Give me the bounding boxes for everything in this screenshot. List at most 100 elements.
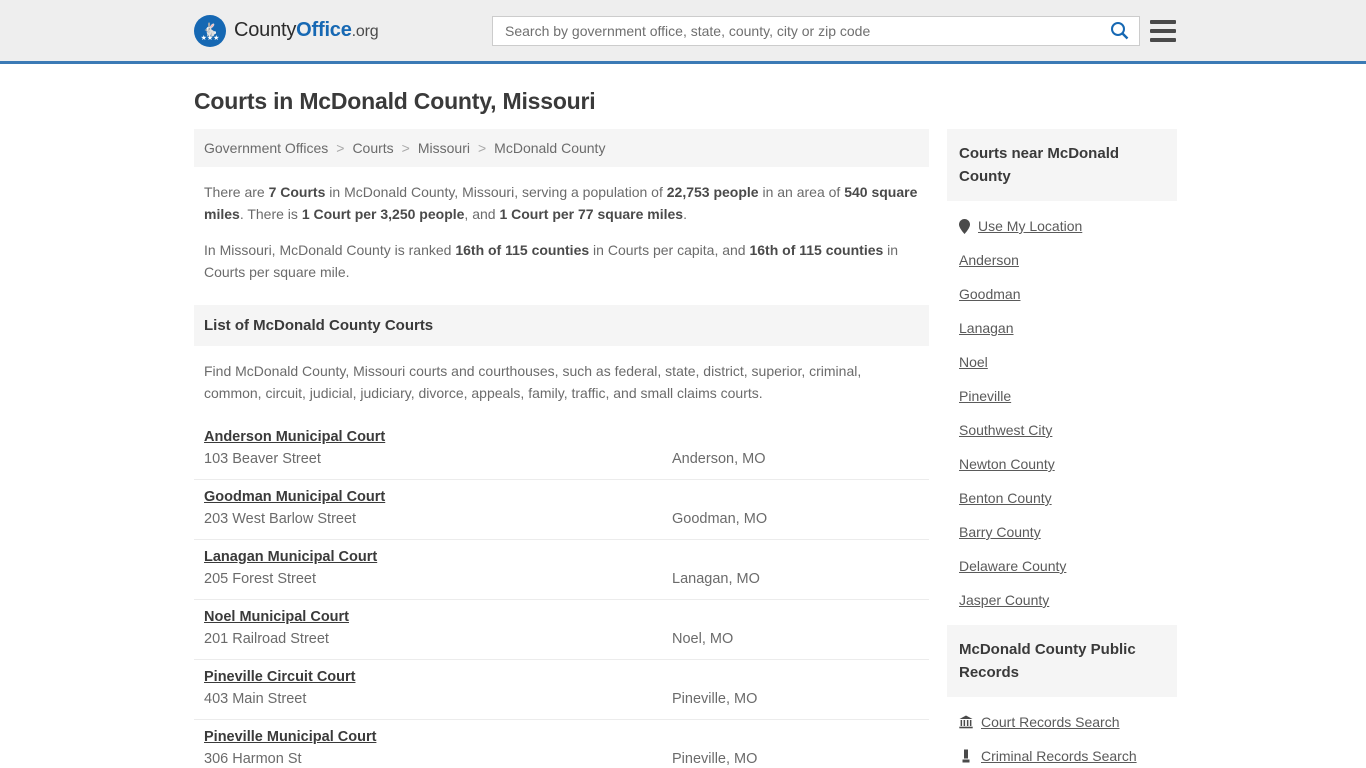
court-address: 103 Beaver Street: [204, 451, 321, 467]
nearby-link-delaware-county[interactable]: Delaware County: [959, 549, 1165, 583]
court-list-heading: List of McDonald County Courts: [204, 317, 434, 334]
records-link-label: Court Records Search: [981, 714, 1120, 730]
court-details: 201 Railroad Street Noel, MO: [204, 631, 919, 647]
stat-value: 1 Court per 77 square miles: [499, 206, 684, 222]
hamburger-bar: [1150, 28, 1176, 33]
hamburger-bar: [1150, 37, 1176, 42]
court-address: 203 West Barlow Street: [204, 511, 357, 527]
nearby-link-lanagan[interactable]: Lanagan: [959, 311, 1165, 345]
court-city-state: Noel, MO: [672, 631, 734, 647]
court-address: 201 Railroad Street: [204, 631, 329, 647]
stat-value: 16th of 115 counties: [749, 242, 884, 258]
court-city-state: Pineville, MO: [672, 751, 758, 767]
hamburger-bar: [1150, 19, 1176, 24]
nearby-link-anderson[interactable]: Anderson: [959, 243, 1165, 277]
court-list: Anderson Municipal Court 103 Beaver Stree…: [194, 420, 929, 768]
courthouse-icon: [959, 715, 973, 729]
nearby-link-label: Noel: [959, 354, 988, 370]
nearby-link-label: Benton County: [959, 490, 1052, 506]
nearby-link-goodman[interactable]: Goodman: [959, 277, 1165, 311]
page-container: Courts in McDonald County, Missouri Gove…: [0, 88, 1366, 768]
court-name-link[interactable]: Pineville Municipal Court: [204, 729, 376, 745]
stat-text: , and: [464, 206, 500, 222]
nearby-link-use-my-location[interactable]: Use My Location: [959, 209, 1165, 243]
breadcrumb-item-missouri[interactable]: Missouri: [418, 140, 470, 156]
gavel-icon: [959, 749, 973, 763]
court-name-link[interactable]: Anderson Municipal Court: [204, 429, 385, 445]
breadcrumb-separator: >: [401, 140, 410, 156]
stat-value: 16th of 115 counties: [455, 242, 590, 258]
site-header: 🐇 ★★★ CountyOffice.org: [0, 0, 1366, 64]
nearby-link-newton-county[interactable]: Newton County: [959, 447, 1165, 481]
stats-paragraph-2: In Missouri, McDonald County is ranked 1…: [204, 239, 919, 283]
stat-text: . There is: [239, 206, 302, 222]
nearby-link-label: Delaware County: [959, 558, 1067, 574]
nearby-link-label: Anderson: [959, 252, 1019, 268]
records-link-label: Criminal Records Search: [981, 748, 1137, 764]
brand-part-office: Office: [296, 19, 352, 41]
nearby-courts-heading: Courts near McDonald County: [959, 145, 1120, 185]
brand-wordmark: CountyOffice.org: [234, 19, 379, 42]
court-row: Noel Municipal Court 201 Railroad Street N…: [194, 600, 929, 660]
gavel-icon: [962, 749, 970, 763]
map-pin-icon: [959, 218, 970, 234]
court-details: 306 Harmon St Pineville, MO: [204, 751, 919, 767]
court-address: 306 Harmon St: [204, 751, 302, 767]
main-column: Government Offices > Courts > Missouri > McDon…: [194, 129, 929, 768]
court-row: Pineville Circuit Court 403 Main Street Pi…: [194, 660, 929, 720]
breadcrumb-separator: >: [477, 140, 487, 156]
nearby-link-label: Southwest City: [959, 422, 1053, 438]
county-statistics: There are 7 Courts in McDonald County, M…: [194, 167, 929, 289]
court-city-state: Anderson, MO: [672, 451, 766, 467]
court-name-link[interactable]: Noel Municipal Court: [204, 609, 349, 625]
court-address: 403 Main Street: [204, 691, 307, 707]
nearby-link-barry-county[interactable]: Barry County: [959, 515, 1165, 549]
nearby-courts-list: Use My Location Anderson Goodman Lanagan Noe…: [947, 201, 1177, 621]
records-link-criminal-records-search[interactable]: Criminal Records Search: [959, 739, 1165, 768]
page-title: Courts in McDonald County, Missouri: [194, 88, 596, 114]
breadcrumb-item-government-offices[interactable]: Government Offices: [204, 140, 328, 156]
court-name-link[interactable]: Lanagan Municipal Court: [204, 549, 377, 565]
nearby-link-label: Barry County: [959, 524, 1041, 540]
stat-value: 1 Court per 3,250 people: [301, 206, 465, 222]
hamburger-menu-icon[interactable]: [1150, 19, 1176, 42]
breadcrumb-item-courts[interactable]: Courts: [352, 140, 393, 156]
stat-text: In Missouri, McDonald County is ranked: [204, 242, 456, 258]
nearby-link-southwest-city[interactable]: Southwest City: [959, 413, 1165, 447]
breadcrumb-separator: >: [336, 140, 345, 156]
court-details: 205 Forest Street Lanagan, MO: [204, 571, 919, 587]
nearby-link-benton-county[interactable]: Benton County: [959, 481, 1165, 515]
stat-text: There are: [204, 184, 269, 200]
nearby-link-jasper-county[interactable]: Jasper County: [959, 583, 1165, 617]
nearby-link-noel[interactable]: Noel: [959, 345, 1165, 379]
court-list-section-header: List of McDonald County Courts: [194, 305, 929, 346]
records-link-court-records-search[interactable]: Court Records Search: [959, 705, 1165, 739]
nearby-link-label: Use My Location: [978, 218, 1083, 234]
court-row: Goodman Municipal Court 203 West Barlow S…: [194, 480, 929, 540]
nearby-courts-header: Courts near McDonald County: [947, 129, 1177, 201]
brand-part-county: County: [234, 19, 297, 41]
public-records-list: Court Records Search Criminal Records Sea…: [947, 697, 1177, 768]
stat-text: in an area of: [758, 184, 845, 200]
court-row: Anderson Municipal Court 103 Beaver Stree…: [194, 420, 929, 480]
site-logo[interactable]: 🐇 ★★★ CountyOffice.org: [194, 14, 379, 47]
nearby-link-label: Jasper County: [959, 592, 1050, 608]
map-pin-icon: [959, 218, 970, 234]
court-name-link[interactable]: Pineville Circuit Court: [204, 669, 355, 685]
breadcrumb-item-mcdonald-county: McDonald County: [494, 140, 606, 156]
sidebar: Courts near McDonald County Use My Locat…: [947, 129, 1177, 768]
search-bar[interactable]: [492, 15, 1140, 46]
courthouse-icon: [959, 715, 973, 729]
breadcrumb: Government Offices > Courts > Missouri > McDon…: [194, 129, 929, 167]
nearby-link-label: Goodman: [959, 286, 1021, 302]
court-details: 103 Beaver Street Anderson, MO: [204, 451, 919, 467]
nearby-link-pineville[interactable]: Pineville: [959, 379, 1165, 413]
stat-text: in Courts per capita, and: [589, 242, 750, 258]
brand-part-org: .org: [351, 23, 379, 40]
search-button[interactable]: [1099, 17, 1139, 45]
search-input[interactable]: [493, 16, 1099, 45]
public-records-heading: McDonald County Public Records: [959, 641, 1136, 681]
court-list-description: Find McDonald County, Missouri courts an…: [204, 363, 862, 401]
nearby-courts-panel: Courts near McDonald County Use My Locat…: [947, 129, 1177, 621]
court-name-link[interactable]: Goodman Municipal Court: [204, 489, 385, 505]
